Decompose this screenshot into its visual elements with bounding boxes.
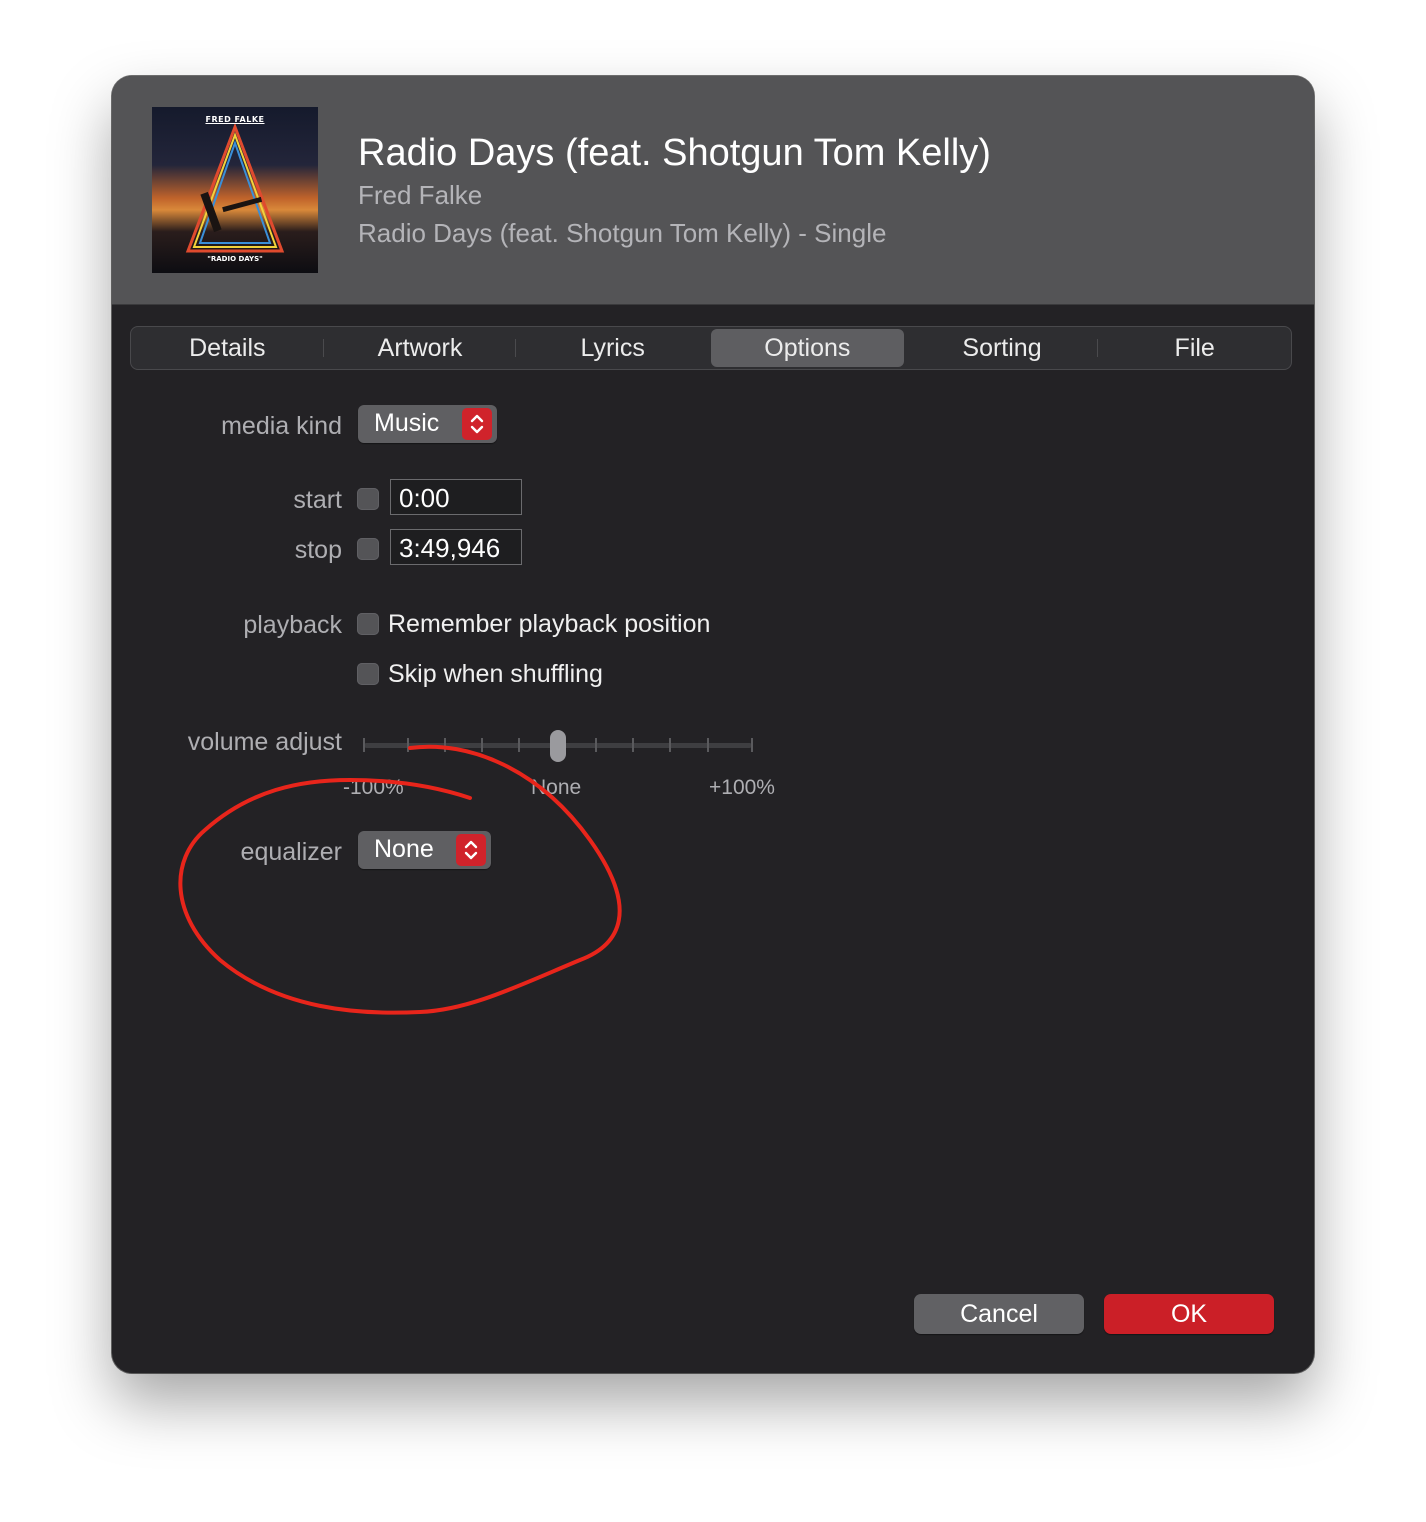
stop-checkbox[interactable] [357, 538, 379, 560]
artwork-graphic [185, 122, 285, 253]
slider-tick [707, 738, 709, 752]
skip-shuffling-checkbox[interactable] [357, 663, 379, 685]
equalizer-popup[interactable]: None [358, 831, 491, 869]
slider-tick [751, 738, 753, 752]
volume-slider-knob[interactable] [550, 730, 566, 762]
up-down-chevron-icon [456, 834, 486, 866]
volume-min-label: -100% [343, 776, 404, 799]
up-down-chevron-icon [462, 408, 492, 440]
tab-bar: Details Artwork Lyrics Options Sorting F… [130, 326, 1292, 370]
equalizer-label: equalizer [240, 838, 342, 866]
volume-mid-label: None [531, 776, 582, 799]
start-label: start [293, 486, 342, 514]
track-title: Radio Days (feat. Shotgun Tom Kelly) [358, 132, 991, 174]
remember-position-checkbox[interactable] [357, 613, 379, 635]
skip-shuffling-label[interactable]: Skip when shuffling [388, 660, 603, 689]
volume-max-label: +100% [709, 776, 775, 799]
slider-tick [669, 738, 671, 752]
tab-sorting[interactable]: Sorting [906, 329, 1099, 367]
slider-tick [407, 738, 409, 752]
get-info-dialog: FRED FALKE "RADIO DAYS" Radio Days (feat… [112, 76, 1314, 1373]
tab-artwork[interactable]: Artwork [324, 329, 517, 367]
ok-button[interactable]: OK [1104, 1294, 1274, 1334]
media-kind-popup[interactable]: Music [358, 405, 497, 443]
equalizer-value: None [374, 835, 434, 863]
slider-tick [444, 738, 446, 752]
slider-tick [481, 738, 483, 752]
volume-adjust-label: volume adjust [187, 728, 342, 756]
remember-position-label[interactable]: Remember playback position [388, 610, 710, 639]
stop-label: stop [294, 536, 342, 564]
album-artwork: FRED FALKE "RADIO DAYS" [152, 107, 318, 273]
tab-file[interactable]: File [1098, 329, 1291, 367]
cancel-button[interactable]: Cancel [914, 1294, 1084, 1334]
playback-label: playback [243, 611, 342, 639]
media-kind-value: Music [374, 409, 440, 437]
tab-details[interactable]: Details [131, 329, 324, 367]
slider-tick [363, 738, 365, 752]
slider-tick [518, 738, 520, 752]
tab-options[interactable]: Options [711, 329, 904, 367]
start-time-field[interactable]: 0:00 [390, 479, 522, 515]
artwork-title-text: "RADIO DAYS" [207, 255, 263, 263]
tab-lyrics[interactable]: Lyrics [516, 329, 709, 367]
slider-tick [595, 738, 597, 752]
track-header: FRED FALKE "RADIO DAYS" Radio Days (feat… [112, 76, 1314, 305]
artwork-artist-text: FRED FALKE [205, 115, 265, 124]
stop-time-field[interactable]: 3:49,946 [390, 529, 522, 565]
start-checkbox[interactable] [357, 488, 379, 510]
slider-tick [632, 738, 634, 752]
track-artist: Fred Falke [358, 180, 483, 210]
track-album: Radio Days (feat. Shotgun Tom Kelly) - S… [358, 218, 887, 248]
media-kind-label: media kind [221, 412, 342, 440]
